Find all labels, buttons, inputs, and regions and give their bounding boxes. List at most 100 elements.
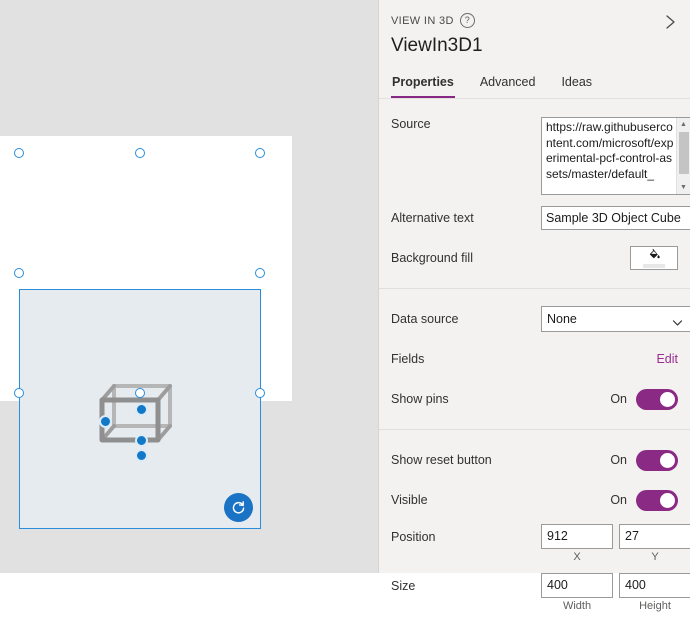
reset-rotate-icon[interactable] — [224, 493, 253, 522]
alternative-text-input[interactable]: Sample 3D Object Cube — [541, 206, 690, 230]
chevron-right-icon[interactable] — [660, 12, 680, 32]
position-y-sublabel: Y — [651, 551, 659, 563]
show-pins-toggle[interactable] — [636, 388, 678, 410]
scrollbar-thumb[interactable] — [679, 132, 689, 174]
designer-canvas-area[interactable] — [0, 0, 378, 573]
properties-pane: VIEW IN 3D ? ViewIn3D1 Properties Advanc… — [378, 0, 690, 612]
source-scrollbar[interactable]: ▲ ▼ — [676, 118, 690, 194]
pin-lower[interactable] — [135, 434, 148, 447]
toggle-knob — [660, 492, 675, 508]
row-source: Source https://raw.githubusercontent.com… — [391, 109, 690, 198]
resize-handle-top-right[interactable] — [255, 148, 265, 158]
pin-bottom[interactable] — [135, 449, 148, 462]
show-reset-toggle-wrap: On — [610, 449, 678, 471]
size-sublabels: Width Height — [391, 598, 678, 618]
paint-bucket-icon — [648, 248, 661, 263]
source-control: https://raw.githubusercontent.com/micros… — [541, 117, 690, 195]
tab-properties[interactable]: Properties — [391, 71, 455, 98]
row-position: Position 912 27 — [391, 520, 690, 549]
resize-handle-top-left[interactable] — [14, 148, 24, 158]
visible-toggle-wrap: On — [610, 489, 678, 511]
fields-edit-link[interactable]: Edit — [656, 352, 678, 366]
pane-tabs: Properties Advanced Ideas — [379, 71, 690, 99]
toggle-knob — [660, 391, 675, 407]
row-fields: Fields Edit — [391, 339, 678, 379]
alternative-text-label: Alternative text — [391, 211, 474, 225]
size-label: Size — [391, 578, 416, 593]
alternative-text-control: Sample 3D Object Cube — [541, 206, 690, 230]
background-fill-control — [541, 246, 678, 270]
show-pins-control: On — [541, 388, 678, 410]
source-value: https://raw.githubusercontent.com/micros… — [546, 120, 674, 181]
show-pins-label: Show pins — [391, 392, 449, 406]
background-fill-swatch — [643, 264, 665, 268]
app-root: VIEW IN 3D ? ViewIn3D1 Properties Advanc… — [0, 0, 690, 612]
section-layout: Show reset button On Visible On Position… — [379, 429, 690, 618]
source-label: Source — [391, 117, 431, 131]
triangle-up-icon[interactable]: ▲ — [677, 118, 690, 131]
position-y-input[interactable]: 27 — [619, 524, 690, 549]
resize-handle-bottom-left[interactable] — [14, 388, 24, 398]
pane-header: VIEW IN 3D ? ViewIn3D1 — [379, 0, 690, 57]
background-fill-button[interactable] — [630, 246, 678, 270]
resize-handle-top-center[interactable] — [135, 148, 145, 158]
source-input[interactable]: https://raw.githubusercontent.com/micros… — [541, 117, 690, 195]
toggle-knob — [660, 452, 675, 468]
show-reset-button-state: On — [610, 453, 627, 467]
pin-left[interactable] — [99, 415, 112, 428]
visible-toggle[interactable] — [636, 489, 678, 511]
position-sublabels: X Y — [391, 549, 678, 569]
tab-ideas[interactable]: Ideas — [560, 71, 593, 98]
data-source-control: None — [541, 306, 690, 332]
resize-handle-bottom-center[interactable] — [135, 388, 145, 398]
section-appearance: Source https://raw.githubusercontent.com… — [379, 99, 690, 288]
resize-handle-middle-left[interactable] — [14, 268, 24, 278]
visible-control: On — [541, 489, 678, 511]
size-height-input[interactable]: 400 — [619, 573, 690, 598]
pane-eyebrow-label: VIEW IN 3D — [391, 14, 454, 27]
show-reset-button-label: Show reset button — [391, 453, 492, 467]
size-sublabel-group: Width Height — [541, 600, 690, 612]
help-circle-icon[interactable]: ? — [459, 13, 475, 28]
position-label: Position — [391, 529, 436, 544]
resize-handle-bottom-right[interactable] — [255, 388, 265, 398]
pin-center[interactable] — [135, 403, 148, 416]
size-width-input[interactable]: 400 — [541, 573, 613, 598]
visible-state: On — [610, 493, 627, 507]
data-source-label: Data source — [391, 312, 459, 326]
chevron-down-icon — [671, 313, 684, 337]
show-reset-button-toggle[interactable] — [636, 449, 678, 471]
triangle-down-icon[interactable]: ▼ — [677, 181, 690, 194]
resize-handle-middle-right[interactable] — [255, 268, 265, 278]
row-visible: Visible On — [391, 480, 678, 520]
position-sublabel-group: X Y — [541, 551, 690, 563]
row-size: Size 400 400 — [391, 569, 690, 598]
background-fill-label: Background fill — [391, 251, 473, 265]
row-show-pins: Show pins On — [391, 379, 678, 419]
position-controls: 912 27 — [541, 524, 690, 549]
show-pins-state: On — [610, 392, 627, 406]
pane-eyebrow-row: VIEW IN 3D ? — [391, 13, 676, 28]
app-screen[interactable] — [0, 136, 292, 529]
show-pins-toggle-wrap: On — [610, 388, 678, 410]
row-alternative-text: Alternative text Sample 3D Object Cube — [391, 198, 690, 238]
show-reset-button-control: On — [541, 449, 678, 471]
fields-label: Fields — [391, 352, 425, 366]
data-source-value: None — [547, 312, 577, 326]
position-x-sublabel: X — [573, 551, 581, 563]
position-x-input[interactable]: 912 — [541, 524, 613, 549]
fields-control: Edit — [541, 352, 678, 366]
size-controls: 400 400 — [541, 573, 690, 598]
tab-advanced[interactable]: Advanced — [479, 71, 537, 98]
row-data-source: Data source None — [391, 299, 690, 339]
section-data: Data source None Fields Edit Show pins O… — [379, 288, 690, 429]
size-width-sublabel: Width — [562, 600, 592, 612]
data-source-select[interactable]: None — [541, 306, 690, 332]
